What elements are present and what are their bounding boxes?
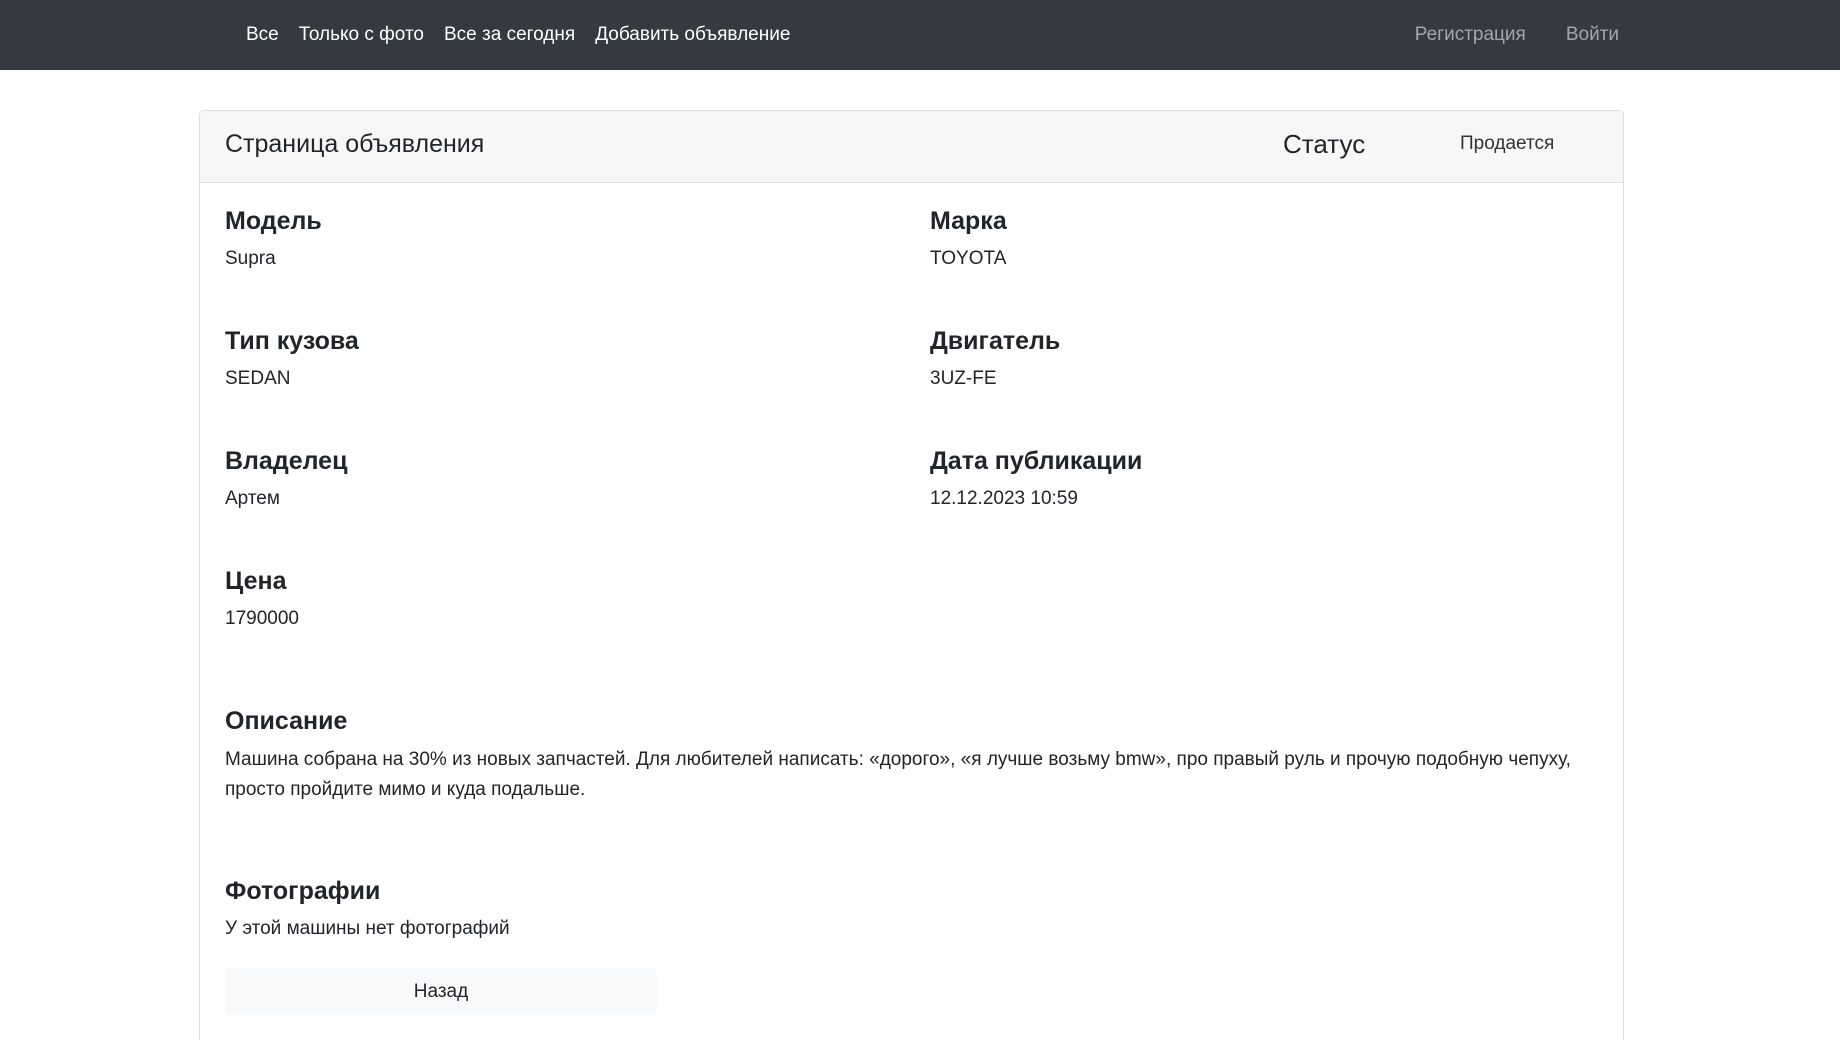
card-header: Страница объявления Статус Продается [200, 111, 1623, 183]
description-label: Описание [225, 707, 348, 735]
field-value: 12.12.2023 10:59 [930, 488, 1078, 509]
nav-auth: Регистрация Войти [1375, 24, 1619, 46]
nav-link-all[interactable]: Все [246, 24, 279, 46]
field-brand: Марка TOYOTA [930, 207, 1007, 270]
field-value: Supra [225, 248, 276, 269]
field-engine: Двигатель 3UZ-FE [930, 327, 1060, 390]
field-label: Владелец [225, 447, 348, 475]
field-published: Дата публикации 12.12.2023 10:59 [930, 447, 1142, 510]
listing-card: Страница объявления Статус Продается Мод… [199, 110, 1624, 1040]
login-link[interactable]: Войти [1566, 24, 1619, 46]
field-value: TOYOTA [930, 248, 1007, 269]
back-button[interactable]: Назад [225, 968, 657, 1015]
page-title: Страница объявления [225, 130, 485, 158]
register-link[interactable]: Регистрация [1415, 24, 1526, 46]
status-label: Статус [1283, 129, 1366, 159]
field-body-type: Тип кузова SEDAN [225, 327, 359, 390]
field-value: 1790000 [225, 608, 299, 629]
field-model: Модель Supra [225, 207, 322, 270]
nav-link-with-photo[interactable]: Только с фото [299, 24, 424, 46]
field-label: Цена [225, 567, 287, 595]
field-value: Артем [225, 488, 280, 509]
status-badge: Продается [1460, 133, 1555, 154]
photos-section: Фотографии У этой машины нет фотографий [225, 877, 510, 940]
nav-link-today[interactable]: Все за сегодня [444, 24, 575, 46]
field-label: Модель [225, 207, 322, 235]
field-label: Дата публикации [930, 447, 1143, 475]
nav-link-add-listing[interactable]: Добавить объявление [595, 24, 790, 46]
field-label: Тип кузова [225, 327, 359, 355]
photos-label: Фотографии [225, 877, 381, 905]
nav-links: Все Только с фото Все за сегодня Добавит… [246, 24, 810, 46]
description-section: Описание Машина собрана на 30% из новых … [225, 707, 1605, 805]
field-value: 3UZ-FE [930, 368, 997, 389]
field-price: Цена 1790000 [225, 567, 299, 630]
field-value: SEDAN [225, 368, 291, 389]
photos-empty-text: У этой машины нет фотографий [225, 918, 510, 939]
top-navbar: Все Только с фото Все за сегодня Добавит… [0, 0, 1840, 70]
description-text: Машина собрана на 30% из новых запчастей… [225, 749, 1571, 800]
field-label: Марка [930, 207, 1007, 235]
field-label: Двигатель [930, 327, 1061, 355]
field-owner: Владелец Артем [225, 447, 347, 510]
